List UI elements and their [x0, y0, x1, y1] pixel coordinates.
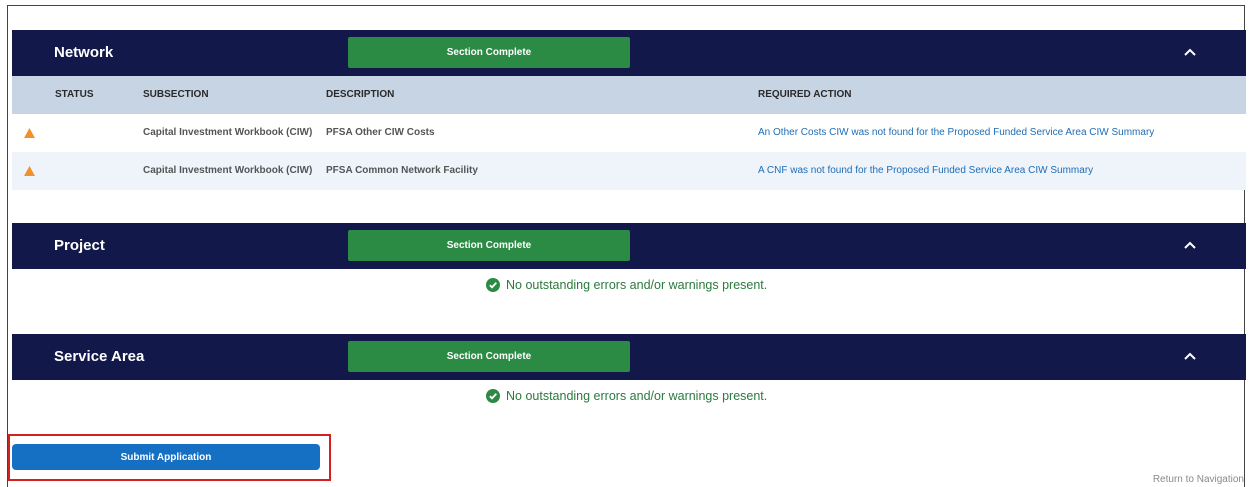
table-row: Capital Investment Workbook (CIW) PFSA O…	[12, 114, 1246, 152]
network-section-header[interactable]: Network Section Complete	[12, 30, 1246, 76]
service-area-section-header[interactable]: Service Area Section Complete	[12, 334, 1246, 380]
row-subsection: Capital Investment Workbook (CIW)	[143, 165, 313, 176]
warning-icon	[24, 166, 35, 176]
chevron-up-icon[interactable]	[1182, 44, 1198, 60]
no-errors-message: No outstanding errors and/or warnings pr…	[486, 389, 767, 403]
section-title: Network	[54, 44, 114, 61]
message-text: No outstanding errors and/or warnings pr…	[506, 278, 768, 292]
chevron-up-icon[interactable]	[1182, 348, 1198, 364]
required-action-link[interactable]: A CNF was not found for the Proposed Fun…	[758, 152, 1093, 190]
row-description: PFSA Other CIW Costs	[326, 127, 435, 138]
check-circle-icon	[486, 389, 500, 403]
column-header-subsection: SUBSECTION	[143, 89, 209, 100]
chevron-up-icon[interactable]	[1182, 237, 1198, 253]
submit-application-button[interactable]: Submit Application	[12, 444, 320, 470]
table-header: STATUS SUBSECTION DESCRIPTION REQUIRED A…	[12, 76, 1246, 114]
section-complete-button[interactable]: Section Complete	[348, 37, 630, 68]
section-complete-button[interactable]: Section Complete	[348, 230, 630, 261]
required-action-link[interactable]: An Other Costs CIW was not found for the…	[758, 114, 1154, 152]
return-to-navigation-link[interactable]: Return to Navigation	[1153, 474, 1244, 485]
table-row: Capital Investment Workbook (CIW) PFSA C…	[12, 152, 1246, 190]
message-text: No outstanding errors and/or warnings pr…	[506, 389, 768, 403]
column-header-status: STATUS	[55, 89, 94, 100]
check-circle-icon	[486, 278, 500, 292]
row-subsection: Capital Investment Workbook (CIW)	[143, 127, 313, 138]
section-title: Project	[54, 237, 105, 254]
no-errors-message: No outstanding errors and/or warnings pr…	[486, 278, 767, 292]
row-description: PFSA Common Network Facility	[326, 165, 478, 176]
project-section-header[interactable]: Project Section Complete	[12, 223, 1246, 269]
section-complete-button[interactable]: Section Complete	[348, 341, 630, 372]
column-header-required-action: REQUIRED ACTION	[758, 89, 852, 100]
warning-icon	[24, 128, 35, 138]
section-title: Service Area	[54, 348, 145, 365]
column-header-description: DESCRIPTION	[326, 89, 395, 100]
